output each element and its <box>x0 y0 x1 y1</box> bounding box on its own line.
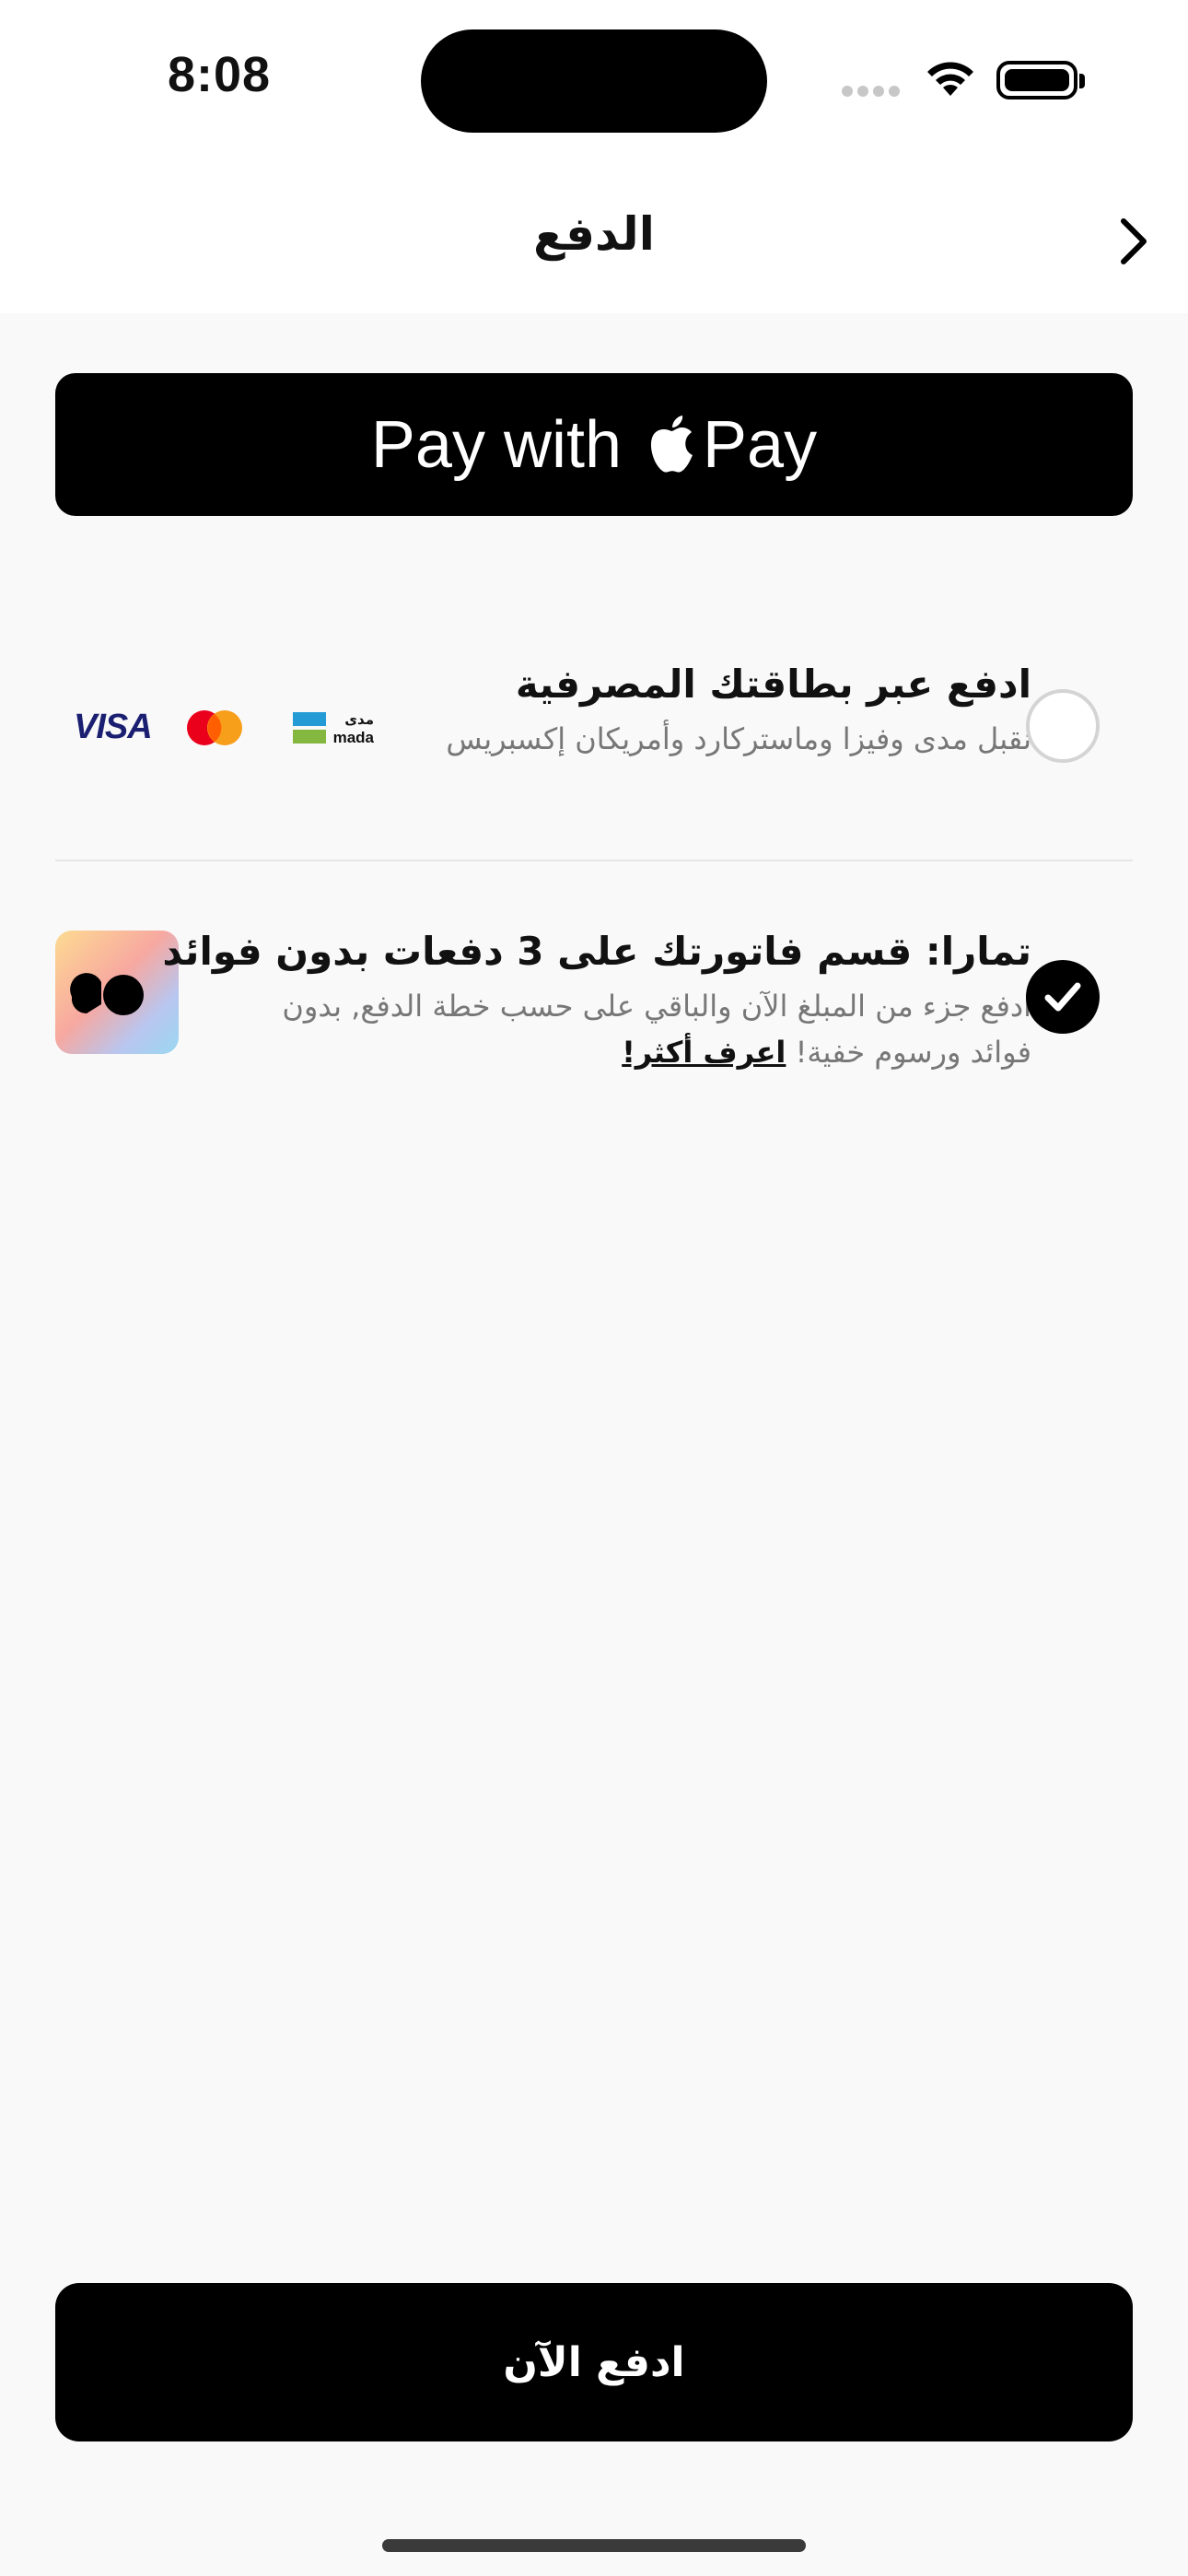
nav-bar: الدفع <box>0 157 1188 313</box>
payment-option-tamara[interactable]: تمارا: قسم فاتورتك على 3 دفعات بدون فوائ… <box>55 929 1133 1115</box>
chevron-right-icon[interactable] <box>1105 214 1160 269</box>
checkmark-icon <box>1044 982 1081 1012</box>
status-time: 8:08 <box>168 47 272 102</box>
tamara-option-text: تمارا: قسم فاتورتك على 3 دفعات بدون فوائ… <box>162 929 1031 1075</box>
card-brand-logos: VISA مدى mada <box>74 700 414 755</box>
apple-pay-label-prefix: Pay with <box>370 407 623 482</box>
battery-tip <box>1079 74 1085 88</box>
signal-icon <box>842 83 904 100</box>
mada-logo: مدى mada <box>293 711 375 746</box>
card-option-text: ادفع عبر بطاقتك المصرفية نقبل مدى وفيزا … <box>446 662 1031 762</box>
tamara-logo-icon <box>55 931 179 1054</box>
home-indicator[interactable] <box>382 2539 806 2552</box>
apple-pay-button[interactable]: Pay with Pay <box>55 373 1133 516</box>
wifi-icon <box>927 62 973 96</box>
apple-pay-label-suffix: Pay <box>703 407 818 482</box>
pay-now-button[interactable]: ادفع الآن <box>55 2283 1133 2441</box>
tamara-option-radio[interactable] <box>1026 960 1100 1034</box>
apple-logo-icon <box>650 415 693 473</box>
page-title: الدفع <box>533 207 655 261</box>
visa-logo: VISA <box>74 708 153 746</box>
pay-now-label: ادفع الآن <box>503 2338 685 2386</box>
mada-arabic-text: مدى <box>344 711 374 728</box>
payment-option-card[interactable]: VISA مدى mada ادفع عبر بطاقتك المصرفية ن… <box>55 645 1133 802</box>
card-option-title: ادفع عبر بطاقتك المصرفية <box>515 662 1031 707</box>
mastercard-logo <box>187 710 242 745</box>
learn-more-link[interactable]: اعرف أكثر! <box>622 1035 786 1070</box>
dynamic-island <box>421 29 767 133</box>
battery-icon <box>996 61 1077 100</box>
mada-latin-text: mada <box>333 729 375 746</box>
tamara-option-subtitle: ادفع جزء من المبلغ الآن والباقي على حسب … <box>221 983 1031 1075</box>
status-bar: 8:08 <box>0 0 1188 157</box>
divider <box>55 860 1133 861</box>
card-option-radio[interactable] <box>1026 689 1100 763</box>
tamara-option-title: تمارا: قسم فاتورتك على 3 دفعات بدون فوائ… <box>162 929 1031 974</box>
card-option-subtitle: نقبل مدى وفيزا وماستركارد وأمريكان إكسبر… <box>446 721 1031 756</box>
